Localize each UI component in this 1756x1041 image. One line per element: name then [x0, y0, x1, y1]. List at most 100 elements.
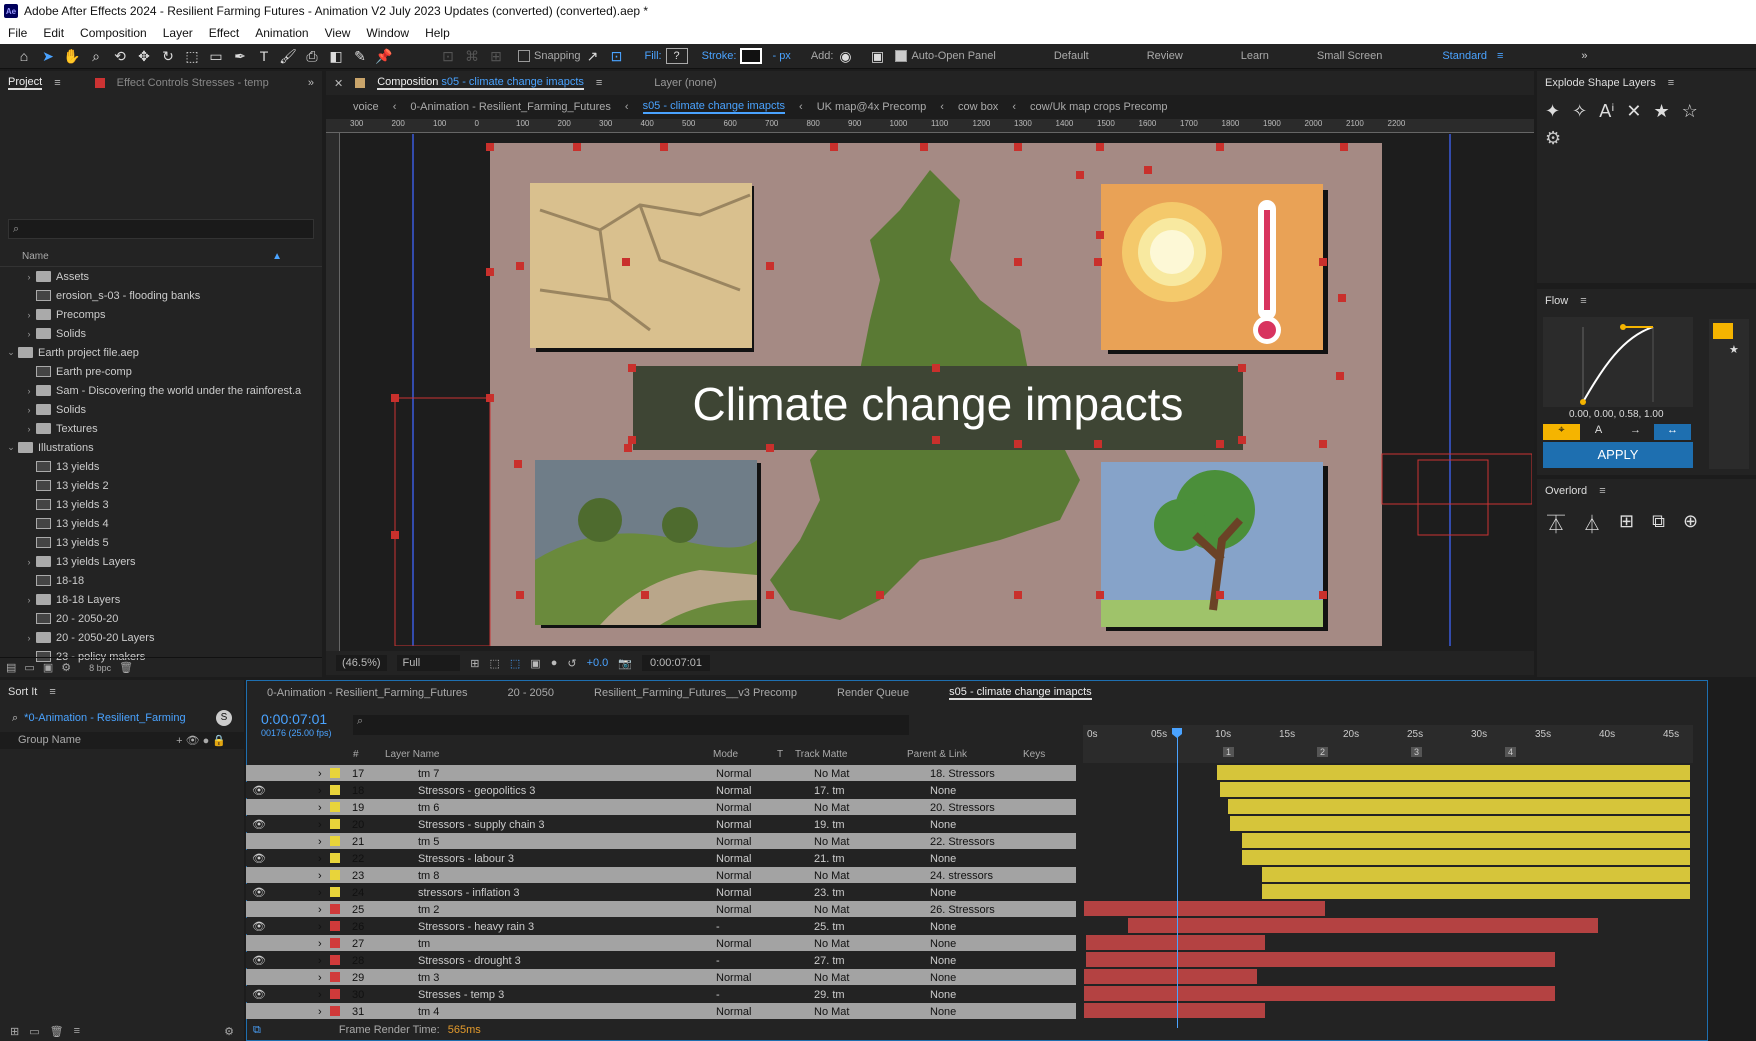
label-color-chip[interactable] [330, 768, 340, 778]
transform-handle[interactable] [766, 444, 774, 452]
layer-parent[interactable]: None [930, 819, 956, 831]
composition-menu-icon[interactable]: ≡ [596, 77, 602, 89]
label-color-chip[interactable] [330, 904, 340, 914]
layer-name[interactable]: tm [418, 938, 430, 950]
roto-brush-tool-icon[interactable]: ✎ [348, 48, 372, 65]
explode-settings-icon[interactable]: ⚙ [1537, 128, 1756, 149]
delete-icon[interactable]: 🗑 [119, 661, 133, 674]
merge-stars-icon[interactable]: ✧ [1572, 101, 1587, 122]
new-group-icon[interactable]: ⊞ [10, 1025, 19, 1038]
timeline-tab-v3-precomp[interactable]: Resilient_Farming_Futures__v3 Precomp [594, 687, 797, 699]
layer-name[interactable]: Stressors - heavy rain 3 [418, 921, 534, 933]
layer-parent[interactable]: 26. Stressors [930, 904, 995, 916]
layer-duration-bar[interactable] [1242, 850, 1690, 865]
layer-mode[interactable]: Normal [716, 870, 751, 882]
hand-tool-icon[interactable]: ✋ [60, 48, 84, 65]
transform-handle[interactable] [1014, 440, 1022, 448]
layer-mode[interactable]: Normal [716, 836, 751, 848]
menu-animation[interactable]: Animation [247, 26, 316, 40]
layer-name[interactable]: stressors - inflation 3 [418, 887, 519, 899]
project-item[interactable]: 13 yields 2 [0, 476, 322, 495]
project-item[interactable]: › Solids [0, 324, 322, 343]
expand-arrow-icon[interactable]: › [318, 768, 322, 780]
ai-import-icon[interactable]: Aⁱ [1599, 101, 1614, 122]
breadcrumb-cow-uk-map[interactable]: cow/Uk map crops Precomp [1030, 101, 1168, 113]
mask-visibility-icon[interactable]: ⬚ [510, 657, 520, 670]
layer-parent[interactable]: None [930, 887, 956, 899]
layer-duration-bar[interactable] [1084, 986, 1555, 1001]
layer-track-matte[interactable]: No Mat [814, 1006, 849, 1018]
project-item[interactable]: Earth pre-comp [0, 362, 322, 381]
explode-stars-icon[interactable]: ✦ [1545, 101, 1560, 122]
layer-mode[interactable]: Normal [716, 887, 751, 899]
project-overflow-icon[interactable]: » [308, 77, 314, 89]
expand-arrow-icon[interactable]: › [318, 972, 322, 984]
menu-help[interactable]: Help [417, 26, 458, 40]
transform-handle[interactable] [766, 262, 774, 270]
exposure-value[interactable]: +0.0 [587, 657, 609, 669]
layer-track-matte[interactable]: No Mat [814, 904, 849, 916]
stroke-width[interactable]: - px [772, 50, 790, 62]
flow-linear-icon[interactable]: A [1580, 424, 1617, 440]
layer-parent[interactable]: None [930, 1006, 956, 1018]
fast-previews-icon[interactable]: ⊞ [470, 657, 479, 670]
layer-row[interactable]: › 29 tm 3 Normal No Mat None [246, 969, 1076, 986]
project-settings-icon[interactable]: ⚙ [61, 661, 71, 674]
transform-handle[interactable] [932, 436, 940, 444]
transform-handle[interactable] [1094, 258, 1102, 266]
layer-track-matte[interactable]: 21. tm [814, 853, 845, 865]
timeline-tab-2050[interactable]: 20 - 2050 [508, 687, 554, 699]
layer-track-matte[interactable]: No Mat [814, 836, 849, 848]
layer-bounds-icon[interactable]: ▣ [865, 48, 889, 65]
transform-handle[interactable] [391, 531, 399, 539]
bpc-label[interactable]: 8 bpc [89, 663, 111, 673]
expand-closed-icon[interactable]: › [22, 595, 36, 605]
layer-row[interactable]: 👁 › 30 Stresses - temp 3 - 29. tm None [246, 986, 1076, 1003]
transform-handle[interactable] [1094, 440, 1102, 448]
label-color-chip[interactable] [330, 853, 340, 863]
expand-arrow-icon[interactable]: › [318, 802, 322, 814]
expand-arrow-icon[interactable]: › [318, 870, 322, 882]
menu-composition[interactable]: Composition [72, 26, 155, 40]
layer-parent[interactable]: None [930, 785, 956, 797]
project-item[interactable]: 13 yields 4 [0, 514, 322, 533]
layer-name[interactable]: tm 7 [418, 768, 439, 780]
transform-handle[interactable] [516, 262, 524, 270]
transform-handle[interactable] [622, 258, 630, 266]
layer-name[interactable]: Stresses - temp 3 [418, 989, 504, 1001]
pen-tool-icon[interactable]: ✒ [228, 48, 252, 65]
transform-handle[interactable] [628, 436, 636, 444]
layer-duration-bar[interactable] [1217, 765, 1690, 780]
project-item[interactable]: › Assets [0, 267, 322, 286]
overlord-add-icon[interactable]: ⊕ [1683, 511, 1698, 537]
type-tool-icon[interactable]: T [252, 48, 276, 64]
layer-row[interactable]: › 25 tm 2 Normal No Mat 26. Stressors [246, 901, 1076, 918]
expand-closed-icon[interactable]: › [22, 557, 36, 567]
project-item[interactable]: ⌄ Illustrations [0, 438, 322, 457]
home-icon[interactable]: ⌂ [12, 48, 36, 64]
flow-menu-icon[interactable]: ≡ [1580, 295, 1586, 307]
transform-handle[interactable] [641, 591, 649, 599]
layer-parent[interactable]: 20. Stressors [930, 802, 995, 814]
transform-handle[interactable] [1319, 591, 1327, 599]
project-item[interactable]: › 20 - 2050-20 Layers [0, 628, 322, 647]
layer-name[interactable]: tm 5 [418, 836, 439, 848]
label-color-chip[interactable] [330, 989, 340, 999]
layer-track-matte[interactable]: No Mat [814, 972, 849, 984]
layer-track-matte[interactable]: 19. tm [814, 819, 845, 831]
flow-apply-button[interactable]: APPLY [1543, 442, 1693, 468]
close-tab-icon[interactable]: ✕ [334, 77, 343, 90]
project-menu-icon[interactable]: ≡ [54, 77, 60, 89]
new-comp-icon[interactable]: ▣ [43, 661, 53, 674]
timeline-tab-render-queue[interactable]: Render Queue [837, 687, 909, 699]
eye-icon[interactable]: 👁 [252, 954, 266, 967]
layer-row[interactable]: 👁 › 24 stressors - inflation 3 Normal 23. tm N… [246, 884, 1076, 901]
sort-it-comp[interactable]: *0-Animation - Resilient_Farming [24, 712, 185, 724]
layer-row[interactable]: › 21 tm 5 Normal No Mat 22. Stressors [246, 833, 1076, 850]
project-item[interactable]: › 13 yields Layers [0, 552, 322, 571]
new-folder-icon[interactable]: ▭ [24, 661, 34, 674]
layer-duration-bar[interactable] [1084, 1003, 1265, 1018]
expand-closed-icon[interactable]: › [22, 405, 36, 415]
expand-arrow-icon[interactable]: › [318, 955, 322, 967]
workspace-review[interactable]: Review [1147, 50, 1183, 62]
